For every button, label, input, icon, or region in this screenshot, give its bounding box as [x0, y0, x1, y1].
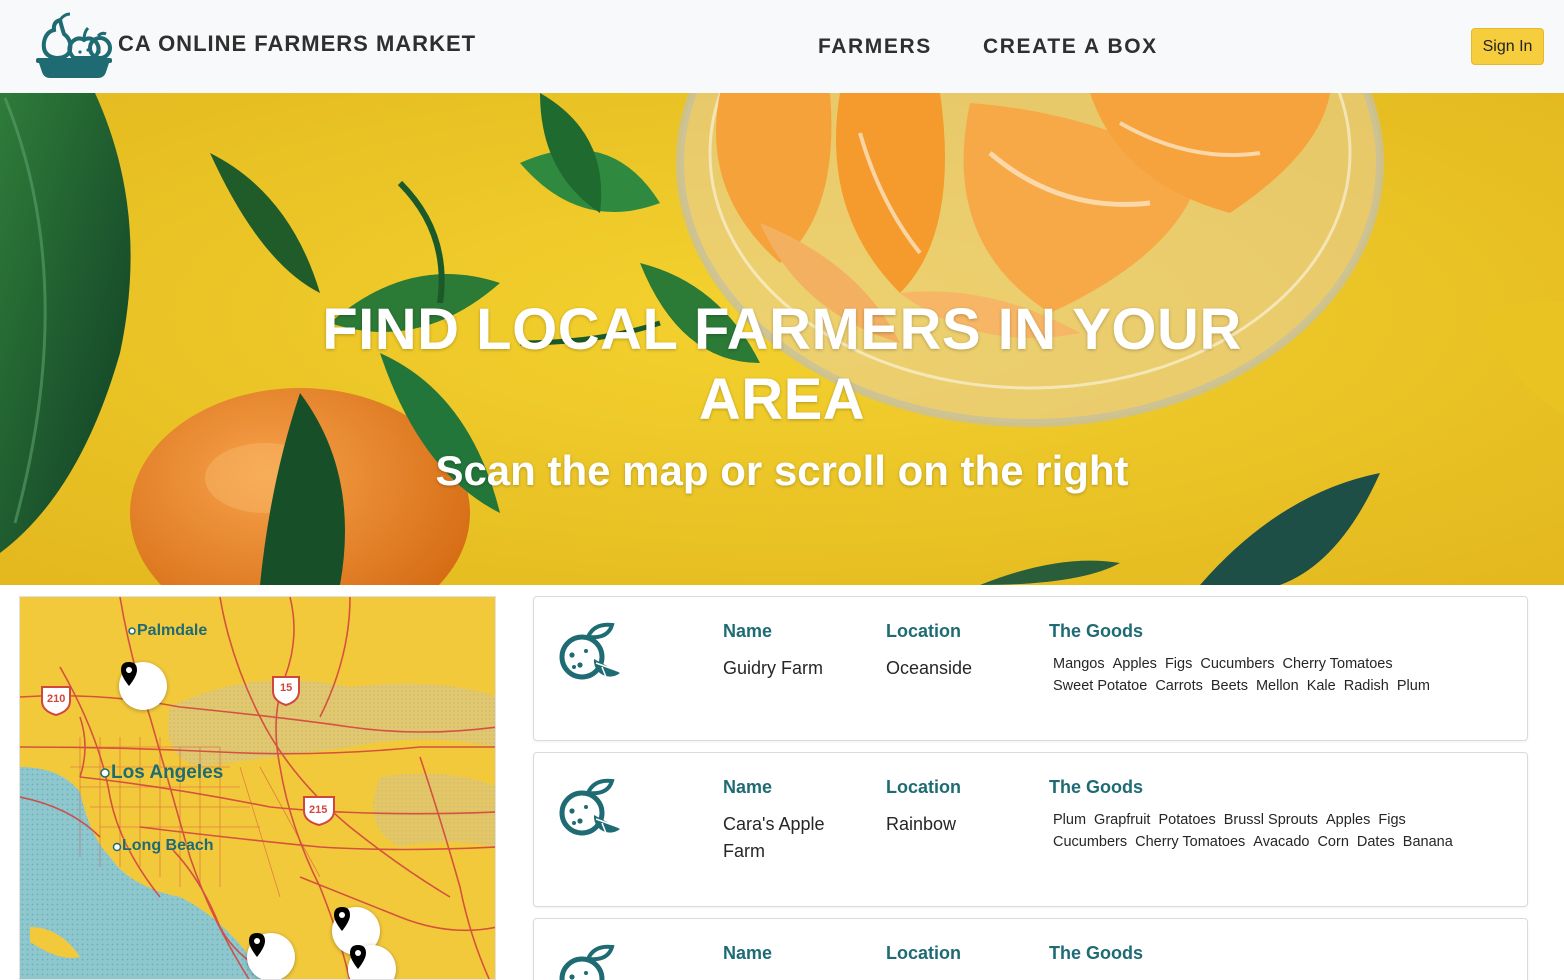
goods-item: Sweet Potatoe [1053, 678, 1148, 694]
goods-item: Dates [1356, 834, 1395, 850]
goods-item: Plum [1396, 678, 1430, 694]
goods-item: Plum [1053, 812, 1087, 828]
map-marker[interactable] [119, 662, 167, 710]
name-heading: Name [723, 777, 773, 797]
fruit-basket-logo-icon [36, 12, 112, 78]
farmer-card[interactable]: Name Location The Goods Guidry Farm Ocea… [533, 596, 1528, 741]
citrus-fruit-icon [559, 778, 620, 836]
map-tiles [20, 597, 495, 979]
brand-name: CA ONLINE FARMERS MARKET [118, 31, 477, 56]
farmer-card[interactable]: Name Location The Goods [533, 918, 1528, 980]
nav-create-box-link[interactable]: CREATE A BOX [983, 35, 1158, 59]
map-pin-icon [249, 933, 265, 957]
brand-link[interactable]: CA ONLINE FARMERS MARKET [36, 10, 476, 80]
goods-item: Corn [1317, 834, 1349, 850]
goods-item: Figs [1164, 656, 1193, 672]
hero-subtitle: Scan the map or scroll on the right [435, 447, 1129, 494]
farmer-card[interactable]: Name Location The Goods Cara's Apple Far… [533, 752, 1528, 907]
map-pin-icon [334, 907, 350, 931]
highway-shield-15: 15 [280, 682, 293, 694]
name-heading: Name [723, 621, 773, 641]
goods-item: Mangos [1053, 656, 1105, 672]
location-heading: Location [886, 943, 961, 963]
goods-heading: The Goods [1049, 777, 1143, 797]
hero-banner: FIND LOCAL FARMERS IN YOUR AREA Scan the… [0, 93, 1564, 585]
goods-item: Carrots [1155, 678, 1203, 694]
goods-item: Cucumbers [1053, 834, 1128, 850]
farmers-map[interactable]: 210 15 215 Palmdale Los Angeles Long Bea… [19, 596, 496, 980]
goods-item: Apples [1326, 812, 1371, 828]
citrus-fruit-icon [559, 622, 620, 680]
hero-title: FIND LOCAL FARMERS IN YOUR AREA [0, 295, 1564, 435]
goods-item: Brussl Sprouts [1223, 812, 1319, 828]
farmer-location: Oceanside [886, 658, 973, 678]
goods-item: Beets [1210, 678, 1248, 694]
farmer-location: Rainbow [886, 814, 957, 834]
name-heading: Name [723, 943, 773, 963]
goods-item: Figs [1378, 812, 1406, 828]
goods-item: Apples [1112, 656, 1157, 672]
goods-item: Avacado [1253, 834, 1310, 850]
sign-in-button[interactable]: Sign In [1471, 28, 1544, 65]
map-city-long-beach: Long Beach [122, 837, 214, 854]
highway-shield-215: 215 [309, 804, 328, 816]
top-navbar: CA ONLINE FARMERS MARKET FARMERS CREATE … [0, 0, 1564, 93]
nav-farmers-link[interactable]: FARMERS [818, 35, 932, 59]
goods-heading: The Goods [1049, 621, 1143, 641]
farmer-name: Cara's Apple Farm [723, 814, 825, 861]
goods-list: Mangos Apples Figs Cucumbers Cherry Tomatoes… [1053, 653, 1493, 697]
hero-title-line-1: FIND LOCAL FARMERS IN YOUR [322, 297, 1242, 362]
highway-shield-210: 210 [47, 693, 66, 705]
map-city-los-angeles: Los Angeles [111, 762, 224, 783]
goods-item: Mellon [1255, 678, 1299, 694]
location-heading: Location [886, 777, 961, 797]
location-heading: Location [886, 621, 961, 641]
goods-item: Grapfruit [1094, 812, 1151, 828]
goods-item: Banana [1402, 834, 1453, 850]
goods-item: Cherry Tomatoes [1135, 834, 1246, 850]
hero-title-line-2: AREA [698, 367, 866, 432]
goods-item: Cucumbers [1200, 656, 1275, 672]
map-city-palmdale: Palmdale [137, 622, 208, 639]
citrus-fruit-icon [559, 944, 615, 980]
goods-item: Radish [1343, 678, 1389, 694]
goods-item: Potatoes [1158, 812, 1216, 828]
goods-item: Kale [1306, 678, 1336, 694]
map-marker[interactable] [247, 933, 295, 979]
goods-list: Plum Grapfruit Potatoes Brussl Sprouts Apple… [1053, 809, 1493, 853]
map-pin-icon [350, 945, 366, 969]
farmer-name: Guidry Farm [723, 658, 824, 678]
map-pin-icon [121, 662, 137, 686]
goods-heading: The Goods [1049, 943, 1143, 963]
goods-item: Cherry Tomatoes [1282, 656, 1393, 672]
